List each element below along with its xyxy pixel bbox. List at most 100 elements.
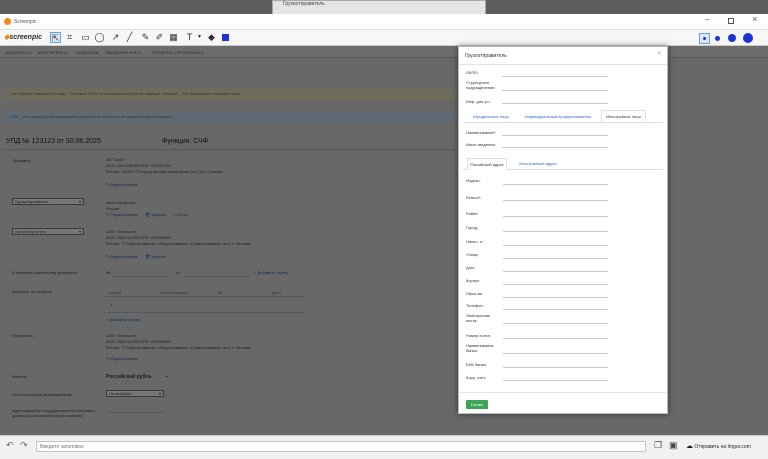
ellipse-tool-icon[interactable]: ◯ [94,32,105,43]
field-settlement-label: Насел. п.: [466,239,485,244]
blur-tool-icon[interactable]: ▦ [168,32,179,43]
tab-entrepreneur[interactable]: Индивидуальный предприниматель [518,111,598,123]
size-large-icon[interactable] [728,34,736,42]
line-tool-icon[interactable]: ╱ [124,32,135,43]
consignee-delete-link[interactable]: 🗑 Удалить [145,254,166,259]
warning-text: The 'VatRate' attribute is invalid - The… [10,91,242,96]
shipment-add-row-link[interactable]: + Добавить строку [106,317,140,322]
arrow-tool-icon[interactable]: ↗ [110,32,121,43]
payment-add-row-link[interactable]: + Добавить строку [254,270,288,275]
payment-add-row-label: Добавить строку [257,270,289,275]
marker-tool-icon[interactable]: ✐ [154,32,165,43]
field-account-input[interactable] [503,332,608,339]
currency-label: Валюта* [12,374,28,379]
nav-item-subscriptions[interactable]: ПОДПИСКИ [76,50,98,55]
shipper-delete-link[interactable]: 🗑 Удалить [145,212,166,217]
field-region-input[interactable] [503,194,608,201]
minimize-icon[interactable]: – [705,15,709,24]
crop-tool-icon[interactable]: ⌗ [64,32,75,43]
pencil-tool-icon[interactable]: ✎ [140,32,151,43]
chevron-down-icon: ▾ [158,391,161,396]
struct-unit-input[interactable] [502,84,608,91]
text-dropdown-icon[interactable]: ▾ [194,32,205,43]
document-title: УПД № 123123 от 30.06.2025 [6,138,101,145]
nav-item-documents[interactable]: ДОКУМЕНТЫ [6,50,32,55]
done-button[interactable]: Готово [466,400,488,409]
payment-doc-date-input[interactable] [184,276,250,277]
field-index-input[interactable] [503,178,608,185]
shipment-col-date: Дата [272,290,281,295]
consignee-edit-link[interactable]: ✎ Редактировать [106,254,138,259]
copy-icon[interactable]: ❐ [654,440,662,451]
rectangle-tool-icon[interactable]: ▭ [80,32,91,43]
tab-legal-entity[interactable]: Юридическое лицо [467,111,515,123]
consignee-select[interactable]: Грузополучатель ▾ [12,228,84,235]
currency-change-icon[interactable]: ✦ [165,374,168,379]
size-xlarge-icon[interactable] [743,33,753,43]
info-text: СЧФ - счет-фактура, применяемый при расч… [10,114,172,119]
buyer-edit-link[interactable]: ✎ Редактировать [106,356,138,361]
info-input[interactable] [502,97,608,104]
shipper-same-link[interactable]: ↪ Он же [172,212,188,217]
other-info-label: Иные сведения: [466,142,496,147]
shipment-row-number: 1 [110,302,113,307]
size-small-icon [703,37,706,40]
okpo-input[interactable] [502,70,608,77]
size-medium-icon[interactable] [715,36,720,41]
shipment-table-divider [104,296,304,297]
field-corr-account-input[interactable] [503,374,608,381]
field-account-label: Номер счета: [466,333,491,338]
seller-address: Россия, 101000,77,город Москва,Авиаторна… [106,169,223,174]
seller-edit-link[interactable]: ✎ Редактировать [106,182,138,187]
shipper-select[interactable]: Грузоотправитель ▾ [12,198,84,205]
title-input[interactable] [36,441,646,452]
field-street-input[interactable] [503,252,608,259]
nav-item-certificate-check[interactable]: ПРОВЕРКА СЕРТИФИКАТА [152,50,204,55]
close-icon[interactable]: × [752,14,757,24]
drop-tool-icon[interactable]: ◆ [206,32,217,43]
other-info-input[interactable] [502,141,608,148]
shipper-edit-link[interactable]: ✎ Редактировать [106,212,138,217]
field-city-input[interactable] [503,225,608,232]
field-district-input[interactable] [503,210,608,217]
tab-foreign-entity[interactable]: Иностранное лицо [601,110,646,122]
tab-russian-address[interactable]: Российский адрес [467,158,507,170]
maximize-icon[interactable] [728,18,734,24]
payment-doc-number-input[interactable] [112,276,168,277]
shipper-edit-label: Редактировать [110,212,139,217]
seller-name: АО "Бобр" [106,157,126,162]
undo-icon[interactable]: ↶ [6,440,14,451]
screenpic-logo: ◆screenpic [4,33,42,41]
field-corr-account-label: Корр. счет: [466,375,487,380]
field-settlement-input[interactable] [503,239,608,246]
field-email-input[interactable] [503,317,608,324]
close-icon[interactable]: × [657,51,661,57]
name-input[interactable] [502,129,608,136]
nav-item-introductions[interactable]: ВВЕДЕНИЯ ВНЕ ▾ [106,50,141,55]
struct-unit-label: Структурное подразделение: [466,80,496,90]
field-bik-input[interactable] [503,361,608,368]
save-icon[interactable]: ▣ [669,440,678,451]
background-window-title: Грузоотправитель [283,1,325,7]
seller-label: Продавец [12,158,31,163]
field-office-label: Офис,кв: [466,291,483,296]
field-bank-name-input[interactable] [503,347,608,354]
okpo-label: ОКПО: [466,70,479,75]
consignee-address: Россия, 77,Переяславское п,Переяславское… [106,241,251,246]
currency-value[interactable]: Российский рубль [106,374,152,380]
nav-item-contractors[interactable]: КОНТРАГЕНТЫ [38,50,68,55]
field-city-label: Город: [466,225,478,230]
field-phone-input[interactable] [503,303,608,310]
redo-icon[interactable]: ↷ [20,440,28,451]
field-office-input[interactable] [503,291,608,298]
tab-foreign-address[interactable]: Иностранный адрес [513,158,563,170]
govt-contract-input[interactable] [106,412,166,413]
basis-select[interactable]: Не выбрано ▾ [106,390,164,397]
upload-imgur-button[interactable]: ☁ Отправить на Imgur.com [686,441,766,452]
field-house-label: Дом: [466,265,475,270]
select-tool-icon[interactable]: ⇱ [50,32,61,43]
field-building-input[interactable] [503,278,608,285]
document-function: Функция: СЧФ [162,138,209,145]
field-house-input[interactable] [503,265,608,272]
color-picker[interactable] [222,34,229,41]
